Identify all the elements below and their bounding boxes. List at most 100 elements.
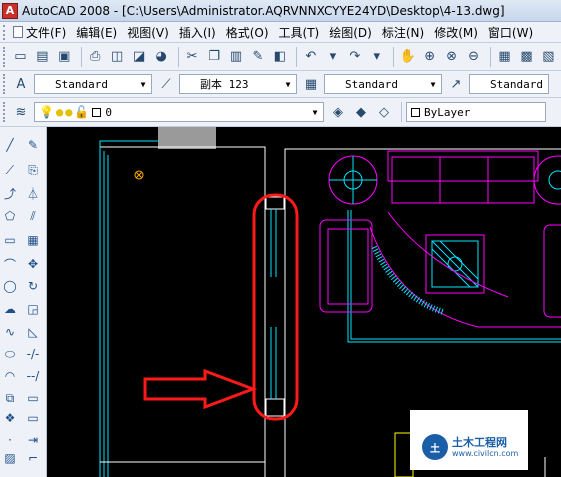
menu-insert[interactable]: 插入(I) <box>179 24 216 41</box>
undo-icon[interactable]: ↶ <box>301 47 320 67</box>
circle-icon[interactable]: ◯ <box>1 277 19 295</box>
print-icon[interactable]: ⎙ <box>86 47 105 67</box>
arc-icon[interactable]: ⌒ <box>1 255 19 273</box>
menu-window[interactable]: 窗口(W) <box>488 24 533 41</box>
redo-icon[interactable]: ↷ <box>345 47 364 67</box>
table-style-icon[interactable]: ▦ <box>301 74 321 94</box>
zoom-window-icon[interactable]: ⊗ <box>442 47 461 67</box>
fillet-icon[interactable]: ⌐ <box>24 449 42 467</box>
move-icon[interactable]: ✥ <box>24 255 42 273</box>
toolbar-separator <box>401 102 402 122</box>
make-block-icon[interactable]: ❖ <box>1 409 19 427</box>
layer-previous-icon[interactable]: ◆ <box>351 102 371 122</box>
tool-palettes-icon[interactable]: ▧ <box>539 47 558 67</box>
layer-select[interactable]: 💡 ● ● 🔓 0 ▼ <box>34 102 324 122</box>
ellipse-icon[interactable]: ⬭ <box>1 345 19 363</box>
offset-icon[interactable]: ⫽ <box>24 207 42 225</box>
pan-icon[interactable]: ✋ <box>398 47 417 67</box>
copy-object-icon[interactable]: ⎘ <box>24 161 42 179</box>
chevron-down-icon[interactable]: ▼ <box>282 76 294 92</box>
revision-cloud-icon[interactable]: ☁ <box>1 300 19 318</box>
toolbar-grip[interactable] <box>3 102 7 122</box>
multileader-style-icon[interactable]: ↗ <box>446 74 466 94</box>
toolbar-grip[interactable] <box>3 46 7 67</box>
chevron-down-icon[interactable]: ▼ <box>427 76 439 92</box>
linetype-select[interactable]: ByLayer <box>406 102 546 122</box>
spline-icon[interactable]: ∿ <box>1 323 19 341</box>
menu-view[interactable]: 视图(V) <box>127 24 169 41</box>
paste-icon[interactable]: ▥ <box>227 47 246 67</box>
point-icon[interactable]: · <box>1 431 19 449</box>
chevron-down-icon[interactable]: ▼ <box>309 104 321 120</box>
insert-block-icon[interactable]: ⧉ <box>1 389 19 407</box>
match-properties-icon[interactable]: ✎ <box>248 47 267 67</box>
toolbar-separator <box>490 46 492 67</box>
menu-modify[interactable]: 修改(M) <box>434 24 478 41</box>
undo-dropdown-icon[interactable]: ▾ <box>323 47 342 67</box>
dimension-style-icon[interactable]: ⟋ <box>156 74 176 94</box>
erase-icon[interactable]: ✎ <box>24 136 42 154</box>
cut-icon[interactable]: ✂ <box>183 47 202 67</box>
zoom-realtime-icon[interactable]: ⊕ <box>420 47 439 67</box>
save-icon[interactable]: ▣ <box>55 47 74 67</box>
ellipse-arc-icon[interactable]: ◠ <box>1 367 19 385</box>
menu-draw[interactable]: 绘图(D) <box>329 24 372 41</box>
rug-edge <box>369 226 561 328</box>
drawing-canvas[interactable]: 土 土木工程网 www.civilcn.com <box>48 127 561 477</box>
make-object-layer-current-icon[interactable]: ◈ <box>328 102 348 122</box>
array-icon[interactable]: ▦ <box>24 231 42 249</box>
hatch-icon[interactable]: ▨ <box>1 449 19 467</box>
stretch-icon[interactable]: ◺ <box>24 323 42 341</box>
text-style-select[interactable]: Standard ▼ <box>34 74 152 94</box>
zoom-previous-icon[interactable]: ⊖ <box>464 47 483 67</box>
table-style-select[interactable]: Standard ▼ <box>324 74 442 94</box>
text-style-icon[interactable]: A <box>11 74 31 94</box>
chevron-down-icon[interactable]: ▼ <box>137 76 149 92</box>
wall-opening <box>265 398 285 417</box>
viewport-tab <box>158 127 216 149</box>
sun-icon: ● <box>55 105 64 119</box>
dimension-style-select[interactable]: 副本 123 ▼ <box>179 74 297 94</box>
properties-icon[interactable]: ▦ <box>495 47 514 67</box>
menu-file[interactable]: 文件(F) <box>13 24 66 41</box>
polygon-icon[interactable]: ⬠ <box>1 207 19 225</box>
plot-preview-icon[interactable]: ◫ <box>108 47 127 67</box>
menu-view-label: 视图(V) <box>127 25 169 40</box>
open-folder-icon[interactable]: ▤ <box>33 47 52 67</box>
trim-icon[interactable]: -/- <box>24 345 42 363</box>
mirror-icon[interactable]: ⏃ <box>24 184 42 202</box>
dimension-style-value: 副本 123 <box>200 78 249 91</box>
rectangle-icon[interactable]: ▭ <box>1 231 19 249</box>
menu-grip[interactable] <box>3 24 7 40</box>
menu-dimension[interactable]: 标注(N) <box>382 24 424 41</box>
block-editor-icon[interactable]: ◧ <box>270 47 289 67</box>
left-room-wall <box>100 146 266 477</box>
line-icon[interactable]: ╱ <box>1 136 19 154</box>
chamfer-icon[interactable]: ⇥ <box>24 431 42 449</box>
unlock-icon: 🔓 <box>74 105 90 119</box>
layer-state-icons: 💡 ● ● 🔓 0 <box>39 105 112 119</box>
polyline-icon[interactable]: ⤴ <box>1 184 19 202</box>
menu-tools[interactable]: 工具(T) <box>279 24 320 41</box>
menu-format[interactable]: 格式(O) <box>226 24 269 41</box>
design-center-icon[interactable]: ▩ <box>517 47 536 67</box>
toolbar-grip[interactable] <box>3 74 7 94</box>
new-file-icon[interactable]: ▭ <box>11 47 30 67</box>
menu-edit[interactable]: 编辑(E) <box>76 24 117 41</box>
copy-icon[interactable]: ❐ <box>205 47 224 67</box>
watermark-url: www.civilcn.com <box>452 449 519 458</box>
layer-states-icon[interactable]: ◇ <box>374 102 394 122</box>
join-icon[interactable]: ▭ <box>24 409 42 427</box>
break-icon[interactable]: ▭ <box>24 389 42 407</box>
multileader-style-select[interactable]: Standard <box>469 74 549 94</box>
construction-line-icon[interactable]: ⟋ <box>1 161 19 179</box>
etransmit-icon[interactable]: ◕ <box>152 47 171 67</box>
redo-dropdown-icon[interactable]: ▾ <box>367 47 386 67</box>
rotate-icon[interactable]: ↻ <box>24 277 42 295</box>
extend-icon[interactable]: --/ <box>24 367 42 385</box>
linetype-value-wrap: ByLayer <box>411 106 470 119</box>
layer-manager-icon[interactable]: ≋ <box>11 102 31 122</box>
publish-icon[interactable]: ◪ <box>130 47 149 67</box>
scale-icon[interactable]: ◲ <box>24 300 42 318</box>
autocad-logo-icon: A <box>2 2 18 19</box>
